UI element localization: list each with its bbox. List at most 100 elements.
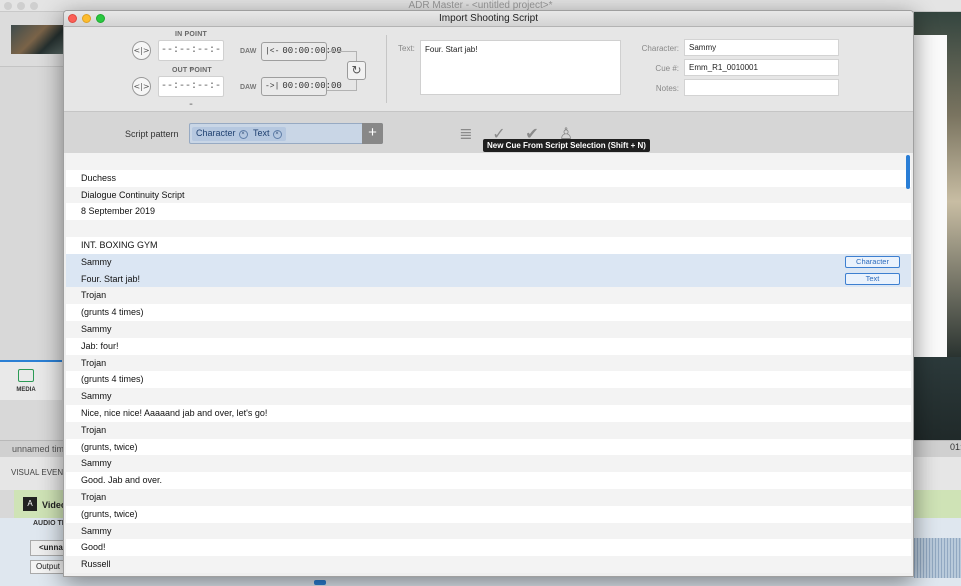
- script-row[interactable]: Nice, nice nice! Aaaaand jab and over, l…: [66, 404, 911, 422]
- cue-editor-panel: IN POINT <|> --:--:--:-- DAW |<- 00:00:00…: [64, 27, 913, 111]
- character-field[interactable]: Sammy: [684, 39, 839, 56]
- script-line-text: Sammy: [81, 256, 112, 267]
- background-video-frame: [914, 357, 961, 447]
- notes-field[interactable]: [684, 79, 839, 96]
- script-line-text: Trojan: [81, 491, 107, 502]
- script-row[interactable]: Russell: [66, 556, 911, 573]
- dialog-titlebar[interactable]: Import Shooting Script: [64, 11, 913, 27]
- chip-label: Text: [253, 128, 270, 138]
- script-line-text: Trojan: [81, 290, 107, 301]
- script-row[interactable]: Sammy: [66, 522, 911, 540]
- script-line-text: Four. Start jab!: [81, 273, 141, 284]
- out-daw-timecode-button[interactable]: ->| 00:00:00:00: [261, 77, 342, 96]
- remove-chip-icon[interactable]: ×: [238, 130, 248, 139]
- media-tab-label: MEDIA: [16, 387, 36, 393]
- video-track-badge: A: [23, 497, 37, 511]
- cue-number-field[interactable]: Emm_R1_0010001: [684, 59, 839, 76]
- script-row[interactable]: INT. BOXING GYM: [66, 236, 911, 254]
- chip-label: Character: [196, 128, 236, 138]
- script-line-text: Trojan: [81, 357, 107, 368]
- script-row[interactable]: (grunts, twice): [66, 438, 911, 456]
- script-row[interactable]: Trojan: [66, 354, 911, 372]
- script-row[interactable]: 8 September 2019: [66, 203, 911, 221]
- script-line-text: Sammy: [81, 391, 112, 402]
- in-daw-timecode-button[interactable]: |<- 00:00:00:00: [261, 42, 342, 61]
- pattern-chip-text[interactable]: Text ×: [249, 127, 286, 141]
- script-list-area[interactable]: Duchess Dialogue Continuity Script 8 Septe…: [64, 153, 913, 576]
- script-row[interactable]: Duchess: [66, 169, 911, 187]
- out-point-label: OUT POINT: [172, 67, 212, 74]
- script-line-text: (grunts 4 times): [81, 374, 144, 385]
- import-shooting-script-dialog: Import Shooting Script IN POINT <|> --:-…: [63, 10, 914, 577]
- text-tag[interactable]: Text: [845, 272, 900, 285]
- in-point-nudge-icon[interactable]: <|>: [132, 41, 151, 60]
- script-row[interactable]: Four. Start jab! Text: [66, 270, 911, 288]
- character-label: Character:: [641, 44, 679, 53]
- script-line-text: 8 September 2019: [81, 206, 156, 217]
- go-to-out-icon: ->|: [265, 82, 280, 91]
- script-line-text: Dialogue Continuity Script: [81, 189, 185, 200]
- script-row[interactable]: Sammy: [66, 320, 911, 338]
- script-line-text: Good!: [81, 542, 106, 553]
- script-row[interactable]: (grunts 4 times): [66, 371, 911, 389]
- out-point-nudge-icon[interactable]: <|>: [132, 77, 151, 96]
- panel-divider: [386, 35, 387, 103]
- script-list: Duchess Dialogue Continuity Script 8 Septe…: [66, 153, 911, 573]
- script-row[interactable]: Good!: [66, 539, 911, 557]
- audio-waveform: [914, 538, 961, 578]
- new-cue-tooltip: New Cue From Script Selection (Shift + N…: [483, 139, 650, 152]
- out-point-timecode[interactable]: --:--:--:--: [158, 76, 224, 111]
- sort-icon[interactable]: ≣: [456, 124, 476, 144]
- script-pattern-field[interactable]: Character × Text × +: [189, 123, 383, 144]
- in-daw-label: DAW: [240, 48, 257, 55]
- out-daw-label: DAW: [240, 84, 257, 91]
- script-line-text: Nice, nice nice! Aaaaand jab and over, l…: [81, 407, 268, 418]
- script-row[interactable]: Sammy: [66, 388, 911, 405]
- text-field[interactable]: Four. Start jab!: [420, 40, 621, 95]
- script-row[interactable]: [66, 220, 911, 237]
- script-line-text: Russell: [81, 559, 111, 570]
- script-row[interactable]: Good. Jab and over.: [66, 472, 911, 489]
- sync-icon[interactable]: ↻: [347, 61, 366, 80]
- playhead-marker[interactable]: [314, 580, 326, 585]
- script-row[interactable]: Sammy Character: [66, 253, 911, 271]
- script-row[interactable]: (grunts 4 times): [66, 304, 911, 321]
- script-line-text: (grunts, twice): [81, 441, 138, 452]
- script-row[interactable]: Trojan: [66, 488, 911, 506]
- ruler-timecode: 01:: [950, 442, 961, 452]
- add-pattern-button[interactable]: +: [362, 123, 383, 144]
- in-point-label: IN POINT: [175, 31, 207, 38]
- go-to-in-icon: |<-: [265, 47, 280, 56]
- script-row[interactable]: [66, 153, 911, 170]
- script-row[interactable]: Trojan: [66, 421, 911, 439]
- text-label: Text:: [398, 44, 415, 53]
- script-line-text: (grunts, twice): [81, 508, 138, 519]
- notes-label: Notes:: [655, 84, 679, 93]
- script-line-text: Duchess: [81, 172, 117, 183]
- script-line-text: Sammy: [81, 323, 112, 334]
- background-preview-panel: [914, 35, 947, 357]
- vertical-scrollbar[interactable]: [906, 155, 910, 189]
- script-line-text: INT. BOXING GYM: [81, 239, 158, 250]
- script-line-text: Sammy: [81, 458, 112, 469]
- media-icon: [18, 369, 34, 382]
- in-point-timecode[interactable]: --:--:--:--: [158, 40, 224, 75]
- audio-track-label: AUDIO TI: [33, 520, 64, 527]
- script-row[interactable]: Sammy: [66, 455, 911, 473]
- script-row[interactable]: Dialogue Continuity Script: [66, 186, 911, 204]
- script-pattern-label: Script pattern: [125, 129, 179, 139]
- pattern-chip-character[interactable]: Character ×: [192, 127, 252, 141]
- background-video-thumbnail[interactable]: [11, 25, 63, 54]
- script-line-text: Sammy: [81, 525, 112, 536]
- media-tab[interactable]: MEDIA: [0, 360, 62, 400]
- script-line-text: (grunts 4 times): [81, 307, 144, 318]
- cue-number-label: Cue #:: [655, 64, 679, 73]
- script-row[interactable]: Jab: four!: [66, 337, 911, 355]
- script-row[interactable]: Trojan: [66, 287, 911, 305]
- character-tag[interactable]: Character: [845, 255, 900, 268]
- dialog-title: Import Shooting Script: [439, 13, 538, 24]
- script-line-text: Trojan: [81, 424, 107, 435]
- remove-chip-icon[interactable]: ×: [272, 130, 282, 139]
- script-line-text: Good. Jab and over.: [81, 475, 163, 486]
- script-row[interactable]: (grunts, twice): [66, 505, 911, 523]
